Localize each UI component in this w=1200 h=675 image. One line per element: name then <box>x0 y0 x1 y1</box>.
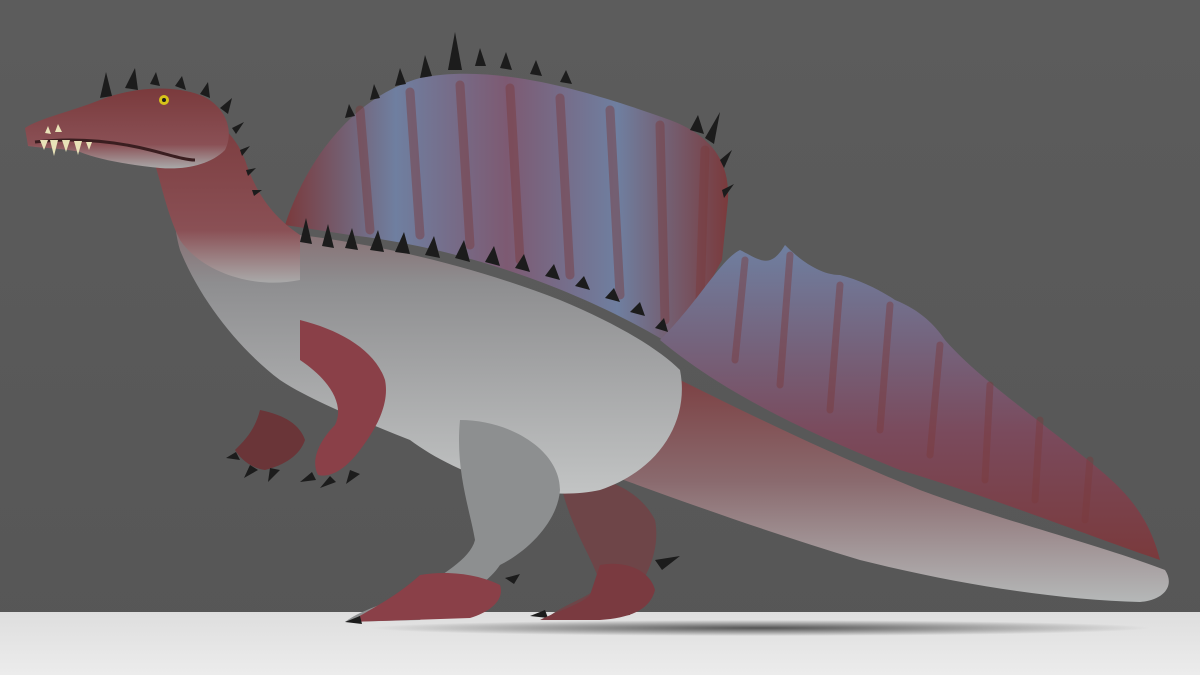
render-scene <box>0 0 1200 675</box>
ground-shadow <box>370 620 1150 636</box>
pupil <box>162 98 166 102</box>
spinosaurus-render <box>0 0 1200 675</box>
